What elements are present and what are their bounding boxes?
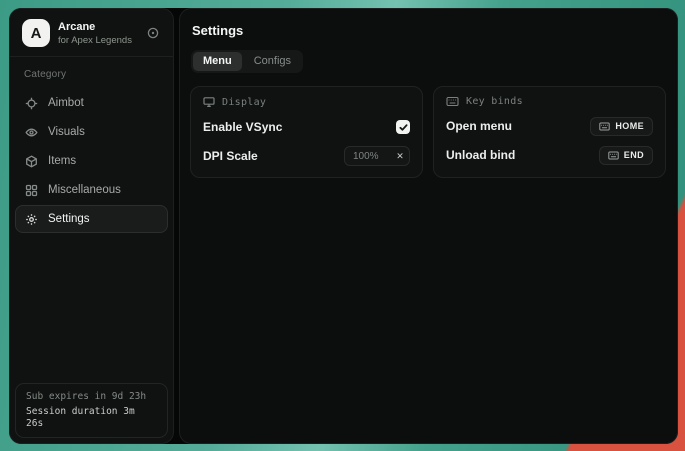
x-icon[interactable]: ✕ <box>391 147 409 165</box>
sidebar-header: A Arcane for Apex Legends <box>10 9 173 56</box>
monitor-icon <box>203 96 215 108</box>
dpi-scale-value: 100% <box>345 151 379 162</box>
display-card: Display Enable VSync <box>190 86 423 178</box>
sidebar-item-label: Aimbot <box>48 97 84 109</box>
session-duration-text: Session duration 3m 26s <box>26 406 157 429</box>
keyboard-icon <box>599 122 610 131</box>
crosshair-icon <box>25 97 38 110</box>
unload-keybind-button[interactable]: END <box>599 146 653 165</box>
disc-icon[interactable] <box>145 25 161 41</box>
sidebar: A Arcane for Apex Legends Category <box>9 8 174 444</box>
open-menu-row: Open menu HOME <box>446 116 653 136</box>
sidebar-item-settings[interactable]: Settings <box>15 205 168 233</box>
settings-cards: Display Enable VSync <box>190 86 666 178</box>
sub-expires-text: Sub expires in 9d 23h <box>26 391 157 402</box>
desktop-background: A Arcane for Apex Legends Category <box>0 0 685 451</box>
keyboard-icon <box>446 96 459 107</box>
page-title: Settings <box>192 23 666 38</box>
sidebar-item-label: Visuals <box>48 126 85 138</box>
brand-text: Arcane for Apex Legends <box>58 21 132 46</box>
tab-configs[interactable]: Configs <box>244 52 301 71</box>
vsync-checkbox[interactable] <box>396 120 410 134</box>
sidebar-item-label: Settings <box>48 213 90 225</box>
tab-menu[interactable]: Menu <box>193 52 242 71</box>
app-window: A Arcane for Apex Legends Category <box>9 8 678 444</box>
unload-bind-row: Unload bind END <box>446 145 653 165</box>
open-menu-key: HOME <box>615 121 644 131</box>
dpi-row: DPI Scale 100% ✕ <box>203 146 410 166</box>
vsync-label: Enable VSync <box>203 120 282 134</box>
grid-icon <box>25 184 38 197</box>
main-panel: Settings Menu Configs Display <box>179 8 678 444</box>
dpi-scale-input[interactable]: 100% ✕ <box>344 146 410 166</box>
cube-icon <box>25 155 38 168</box>
brand-subtitle: for Apex Legends <box>58 35 132 46</box>
sidebar-body: Category Aimbot <box>10 57 173 443</box>
sidebar-nav: Aimbot Visuals <box>10 89 173 233</box>
sidebar-item-label: Miscellaneous <box>48 184 121 196</box>
subscription-info-box: Sub expires in 9d 23h Session duration 3… <box>15 383 168 438</box>
keybinds-card-title: Key binds <box>466 96 523 107</box>
eye-icon <box>25 126 38 139</box>
sidebar-item-items[interactable]: Items <box>15 147 168 175</box>
open-menu-keybind-button[interactable]: HOME <box>590 117 653 136</box>
brand-logo: A <box>22 19 50 47</box>
settings-tabs: Menu Configs <box>191 50 303 73</box>
display-card-header: Display <box>203 96 410 108</box>
sidebar-item-label: Items <box>48 155 76 167</box>
vsync-row: Enable VSync <box>203 117 410 137</box>
unload-bind-key: END <box>624 150 644 160</box>
display-card-title: Display <box>222 97 266 108</box>
keybinds-card: Key binds Open menu HOME <box>433 86 666 178</box>
unload-bind-label: Unload bind <box>446 148 515 162</box>
check-icon <box>399 123 408 132</box>
dpi-label: DPI Scale <box>203 149 258 163</box>
gear-icon <box>25 213 38 226</box>
brand-name: Arcane <box>58 21 132 33</box>
category-label: Category <box>10 69 173 80</box>
sidebar-item-miscellaneous[interactable]: Miscellaneous <box>15 176 168 204</box>
open-menu-label: Open menu <box>446 119 512 133</box>
sidebar-item-visuals[interactable]: Visuals <box>15 118 168 146</box>
sidebar-item-aimbot[interactable]: Aimbot <box>15 89 168 117</box>
keyboard-icon <box>608 151 619 160</box>
keybinds-card-header: Key binds <box>446 96 653 107</box>
